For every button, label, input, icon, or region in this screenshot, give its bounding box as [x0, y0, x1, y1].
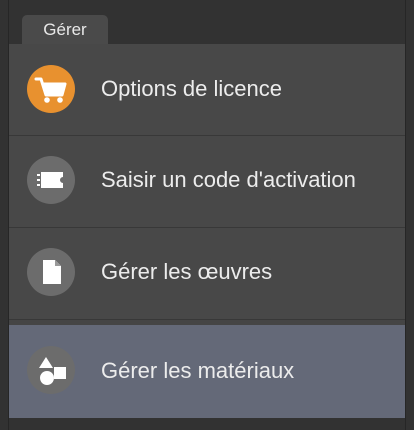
menu-item-label: Saisir un code d'activation: [101, 167, 356, 192]
menu-item-label: Gérer les matériaux: [101, 358, 295, 383]
cart-icon: [27, 65, 75, 113]
window-border-right: [405, 0, 406, 430]
shapes-icon: [27, 346, 75, 394]
ticket-icon: [27, 156, 75, 204]
tab-gerer[interactable]: Gérer: [22, 15, 108, 44]
document-icon: [27, 248, 75, 296]
menu-item-enter-activation-code[interactable]: Saisir un code d'activation: [9, 136, 405, 228]
manage-menu-panel: Options de licence Saisir un code d'acti…: [9, 44, 405, 418]
menu-item-manage-materials[interactable]: Gérer les matériaux: [9, 325, 405, 418]
menu-item-label: Gérer les œuvres: [101, 259, 273, 284]
menu-item-license-options[interactable]: Options de licence: [9, 44, 405, 136]
panel-bottom-edge: [9, 418, 405, 430]
menu-item-manage-works[interactable]: Gérer les œuvres: [9, 228, 405, 320]
menu-item-label: Options de licence: [101, 76, 282, 101]
